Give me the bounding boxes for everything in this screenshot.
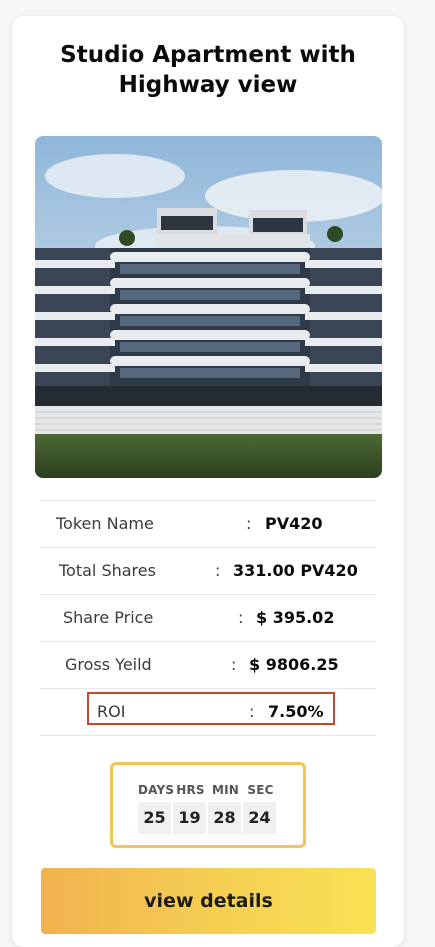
roi-label: ROI (97, 702, 126, 721)
gross-yield-label: Gross Yeild (65, 655, 152, 674)
total-shares-label: Total Shares (59, 561, 156, 580)
separator: : (238, 608, 244, 627)
countdown-seconds: SEC 24 (243, 782, 278, 834)
token-name-label: Token Name (56, 514, 154, 533)
page: Studio Apartment with Highway view Token… (0, 0, 435, 947)
separator: : (215, 561, 221, 580)
countdown-days: DAYS 25 (138, 782, 175, 834)
detail-row-gross-yield: Gross Yeild : $ 9806.25 (40, 641, 376, 688)
property-photo (35, 136, 382, 478)
title-line-2: Highway view (118, 72, 298, 98)
share-price-value: $ 395.02 (256, 608, 335, 627)
detail-row-share-price: Share Price : $ 395.02 (40, 594, 376, 641)
detail-row-total-shares: Total Shares : 331.00 PV420 (40, 547, 376, 594)
sec-value: 24 (243, 802, 276, 834)
hrs-value: 19 (173, 802, 206, 834)
share-price-label: Share Price (63, 608, 154, 627)
min-value: 28 (208, 802, 241, 834)
days-label: DAYS (138, 783, 175, 797)
detail-row-roi: ROI : 7.50% (40, 688, 376, 736)
title-line-1: Studio Apartment with (60, 42, 356, 68)
countdown-hours: HRS 19 (173, 782, 208, 834)
view-details-button[interactable]: view details (41, 868, 376, 934)
days-value: 25 (138, 802, 171, 834)
token-name-value: PV420 (265, 514, 323, 533)
token-details-table: Token Name : PV420 Total Shares : 331.00… (40, 500, 376, 736)
hrs-label: HRS (176, 783, 205, 797)
countdown-minutes: MIN 28 (208, 782, 243, 834)
total-shares-value: 331.00 PV420 (233, 561, 358, 580)
min-label: MIN (211, 783, 240, 797)
countdown-timer: DAYS 25 HRS 19 MIN 28 SEC 24 (110, 762, 306, 848)
detail-row-token-name: Token Name : PV420 (40, 500, 376, 547)
separator: : (249, 702, 255, 721)
property-title: Studio Apartment with Highway view (12, 40, 404, 100)
separator: : (231, 655, 237, 674)
separator: : (246, 514, 252, 533)
gross-yield-value: $ 9806.25 (249, 655, 339, 674)
sec-label: SEC (247, 783, 274, 797)
roi-value: 7.50% (268, 702, 324, 721)
property-card: Studio Apartment with Highway view Token… (12, 16, 404, 947)
